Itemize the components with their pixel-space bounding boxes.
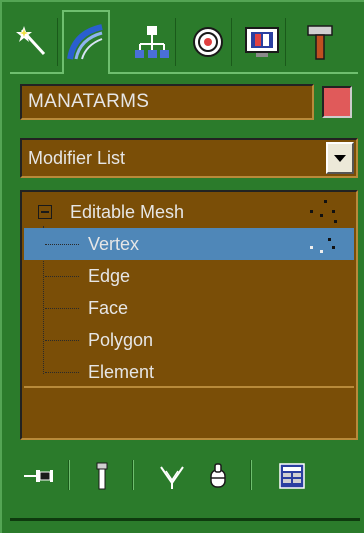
stack-item-label: Edge bbox=[88, 266, 131, 286]
modify-arc-icon bbox=[67, 24, 103, 60]
make-unique-icon bbox=[160, 466, 184, 489]
collapse-icon[interactable] bbox=[38, 205, 52, 219]
modify-tab[interactable] bbox=[62, 10, 110, 74]
show-end-result-button[interactable] bbox=[84, 458, 120, 494]
motion-tab[interactable] bbox=[184, 18, 232, 66]
tree-branch bbox=[45, 372, 79, 373]
pin-stack-icon bbox=[24, 470, 53, 482]
stack-item-edge[interactable]: Edge bbox=[24, 260, 354, 292]
command-panel-tabs bbox=[10, 10, 358, 74]
stack-item-face[interactable]: Face bbox=[24, 292, 354, 324]
modifier-list-dropdown[interactable]: Modifier List bbox=[20, 138, 358, 178]
chevron-down-icon bbox=[334, 155, 346, 162]
stack-divider bbox=[24, 386, 354, 388]
pin-stack-button[interactable] bbox=[20, 458, 56, 494]
make-unique-button[interactable] bbox=[154, 458, 190, 494]
show-end-result-icon bbox=[96, 462, 108, 490]
stack-item-label: Vertex bbox=[88, 234, 140, 254]
dropdown-arrow-button[interactable] bbox=[326, 142, 354, 174]
stack-item-vertex[interactable]: Vertex bbox=[24, 228, 354, 260]
create-star-icon bbox=[15, 26, 45, 56]
hierarchy-tab[interactable] bbox=[128, 18, 176, 66]
modifier-list-label: Modifier List bbox=[28, 148, 126, 168]
motion-circle-icon bbox=[192, 27, 223, 57]
configure-modifier-sets-button[interactable] bbox=[274, 458, 310, 494]
tree-branch bbox=[45, 276, 79, 277]
stack-item-label: Polygon bbox=[88, 330, 154, 350]
stack-item-element[interactable]: Element bbox=[24, 356, 354, 388]
remove-modifier-button[interactable] bbox=[200, 458, 236, 494]
tree-branch bbox=[45, 244, 79, 245]
hammer-icon bbox=[307, 25, 333, 60]
hierarchy-icon bbox=[134, 26, 169, 58]
stack-item-polygon[interactable]: Polygon bbox=[24, 324, 354, 356]
display-tab[interactable] bbox=[238, 18, 286, 66]
toolbar-separator bbox=[68, 460, 70, 490]
toolbar-separator bbox=[132, 460, 134, 490]
panel-bottom-divider bbox=[10, 518, 360, 521]
stack-toolbar bbox=[20, 454, 358, 498]
toolbar-separator bbox=[250, 460, 252, 490]
configure-modifier-sets-icon bbox=[279, 463, 305, 489]
stack-item-editable-mesh[interactable]: Editable Mesh bbox=[24, 196, 354, 228]
modifier-stack: Editable Mesh Vertex Edge Face Polygon E… bbox=[20, 190, 358, 440]
object-name-field[interactable]: MANATARMS bbox=[20, 84, 314, 120]
display-monitor-icon bbox=[244, 27, 279, 57]
tree-branch bbox=[45, 340, 79, 341]
utilities-tab[interactable] bbox=[296, 18, 344, 66]
stack-item-label: Element bbox=[88, 362, 155, 382]
command-panel: MANATARMS Modifier List Editable Mesh Ve… bbox=[0, 0, 364, 533]
tree-branch bbox=[45, 308, 79, 309]
object-color-swatch[interactable] bbox=[322, 86, 352, 118]
stack-item-label: Editable Mesh bbox=[70, 202, 185, 222]
remove-modifier-icon bbox=[210, 463, 226, 488]
create-tab[interactable] bbox=[10, 18, 58, 66]
stack-item-label: Face bbox=[88, 298, 129, 318]
